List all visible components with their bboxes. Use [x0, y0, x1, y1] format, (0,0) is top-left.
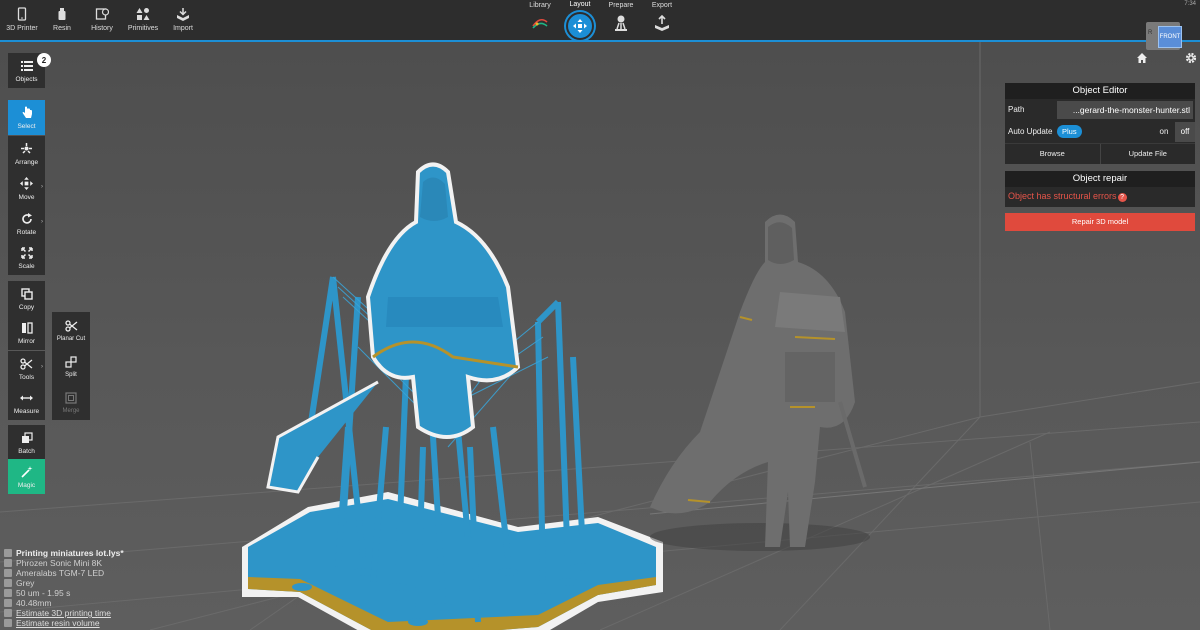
rotate-tool[interactable]: Rotate › — [8, 206, 45, 241]
stage-library[interactable]: Library — [516, 2, 564, 40]
estimate-time-line: Estimate 3D printing time — [4, 608, 124, 618]
batch-tool[interactable]: Batch — [8, 425, 45, 460]
top-toolbar: 3D Printer Resin History Primitives Impo… — [0, 0, 1200, 42]
magic-tool[interactable]: Magic — [8, 459, 45, 494]
printer-line: Phrozen Sonic Mini 8K — [4, 558, 124, 568]
path-field[interactable]: ...gerard-the-monster-hunter.stl — [1057, 101, 1193, 119]
arrange-icon — [20, 142, 34, 156]
objects-count-badge: 2 — [37, 53, 51, 67]
unselected-model-grey[interactable] — [640, 202, 880, 562]
mirror-tool[interactable]: Mirror — [8, 315, 45, 350]
palette-icon — [4, 579, 12, 587]
structural-error-text: Object has structural errors — [1008, 191, 1117, 201]
shapes-icon — [135, 6, 151, 22]
batch-icon — [20, 431, 34, 445]
estimate-resin-link[interactable]: Estimate resin volume — [16, 618, 100, 628]
auto-update-row: Auto Update Plus on off — [1005, 121, 1195, 143]
stage-layout[interactable]: Layout — [563, 0, 597, 44]
chevron-right-icon: › — [41, 219, 43, 225]
plus-badge: Plus — [1057, 125, 1082, 138]
drop-icon — [4, 619, 12, 627]
list-icon — [20, 59, 34, 73]
library-icon — [531, 14, 549, 32]
layers-icon — [4, 589, 12, 597]
split-button[interactable]: Split — [52, 348, 90, 384]
hand-pointer-icon — [20, 106, 34, 120]
object-repair-panel: Object repair Object has structural erro… — [1005, 171, 1195, 231]
mirror-icon — [20, 321, 34, 335]
view-cube[interactable]: R FRONT — [1146, 18, 1186, 50]
move-arrows-icon — [20, 177, 34, 191]
color-line: Grey — [4, 578, 124, 588]
tools-submenu: Planar Cut Split Merge — [52, 312, 90, 420]
view-cube-front[interactable]: FRONT — [1158, 26, 1182, 48]
file-icon — [4, 549, 12, 557]
structural-error-message: Object has structural errors? — [1005, 187, 1195, 207]
merge-button[interactable]: Merge — [52, 384, 90, 420]
gear-icon[interactable] — [1185, 52, 1197, 64]
help-icon[interactable]: ? — [1117, 193, 1127, 202]
browse-button[interactable]: Browse — [1005, 144, 1101, 164]
arrange-tool[interactable]: Arrange — [8, 136, 45, 171]
height-icon — [4, 599, 12, 607]
move-tool[interactable]: Move › — [8, 171, 45, 206]
phone-icon — [14, 6, 30, 22]
chevron-right-icon: › — [41, 184, 43, 190]
3d-printer-button[interactable]: 3D Printer — [0, 6, 44, 40]
resin-icon — [4, 569, 12, 577]
auto-update-label: Auto Update — [1008, 127, 1053, 136]
supports-icon — [612, 14, 630, 32]
editor-buttons: Browse Update File — [1005, 143, 1195, 164]
history-icon — [94, 6, 110, 22]
object-editor-title: Object Editor — [1005, 83, 1195, 99]
stage-export[interactable]: Export — [638, 2, 686, 40]
supported-model-blue[interactable] — [238, 127, 668, 630]
printer-icon — [4, 559, 12, 567]
repair-3d-model-button[interactable]: Repair 3D model — [1005, 213, 1195, 231]
view-cube-side: R — [1148, 30, 1153, 36]
height-line: 40.48mm — [4, 598, 124, 608]
home-icon[interactable] — [1136, 52, 1148, 64]
update-file-button[interactable]: Update File — [1101, 144, 1196, 164]
measure-icon — [20, 391, 34, 405]
layer-line: 50 um - 1.95 s — [4, 588, 124, 598]
scale-icon — [20, 246, 34, 260]
scissors-icon — [20, 357, 34, 371]
auto-update-on-toggle[interactable]: on — [1155, 124, 1173, 140]
copy-icon — [20, 287, 34, 301]
move-icon — [566, 12, 594, 40]
primitives-button[interactable]: Primitives — [121, 6, 165, 40]
path-row: Path ...gerard-the-monster-hunter.stl — [1005, 99, 1195, 121]
magic-wand-icon — [20, 465, 34, 479]
import-button[interactable]: Import — [161, 6, 205, 40]
object-editor-panel: Object Editor Path ...gerard-the-monster… — [1005, 83, 1195, 164]
select-tool[interactable]: Select — [8, 100, 45, 135]
chevron-right-icon: › — [41, 364, 43, 370]
planar-cut-button[interactable]: Planar Cut — [52, 312, 90, 348]
tools-tool[interactable]: Tools › — [8, 351, 45, 386]
resin-line: Ameralabs TGM-7 LED — [4, 568, 124, 578]
path-label: Path — [1008, 105, 1025, 114]
project-name-line: Printing miniatures lot.lys* — [4, 548, 124, 558]
merge-icon — [64, 391, 78, 405]
import-icon — [175, 6, 191, 22]
measure-tool[interactable]: Measure — [8, 385, 45, 420]
copy-tool[interactable]: Copy — [8, 281, 45, 316]
object-repair-title: Object repair — [1005, 171, 1195, 187]
scale-tool[interactable]: Scale — [8, 240, 45, 275]
clock-icon — [4, 609, 12, 617]
history-button[interactable]: History — [80, 6, 124, 40]
scissors-icon — [64, 319, 78, 333]
estimate-time-link[interactable]: Estimate 3D printing time — [16, 608, 111, 618]
resin-button[interactable]: Resin — [40, 6, 84, 40]
auto-update-off-toggle[interactable]: off — [1175, 122, 1195, 142]
estimate-resin-line: Estimate resin volume — [4, 618, 124, 628]
project-info: Printing miniatures lot.lys* Phrozen Son… — [4, 548, 124, 628]
clock-readout: 7:34 — [1184, 1, 1196, 7]
split-icon — [64, 355, 78, 369]
rotate-icon — [20, 212, 34, 226]
export-icon — [653, 14, 671, 32]
bottle-icon — [54, 6, 70, 22]
